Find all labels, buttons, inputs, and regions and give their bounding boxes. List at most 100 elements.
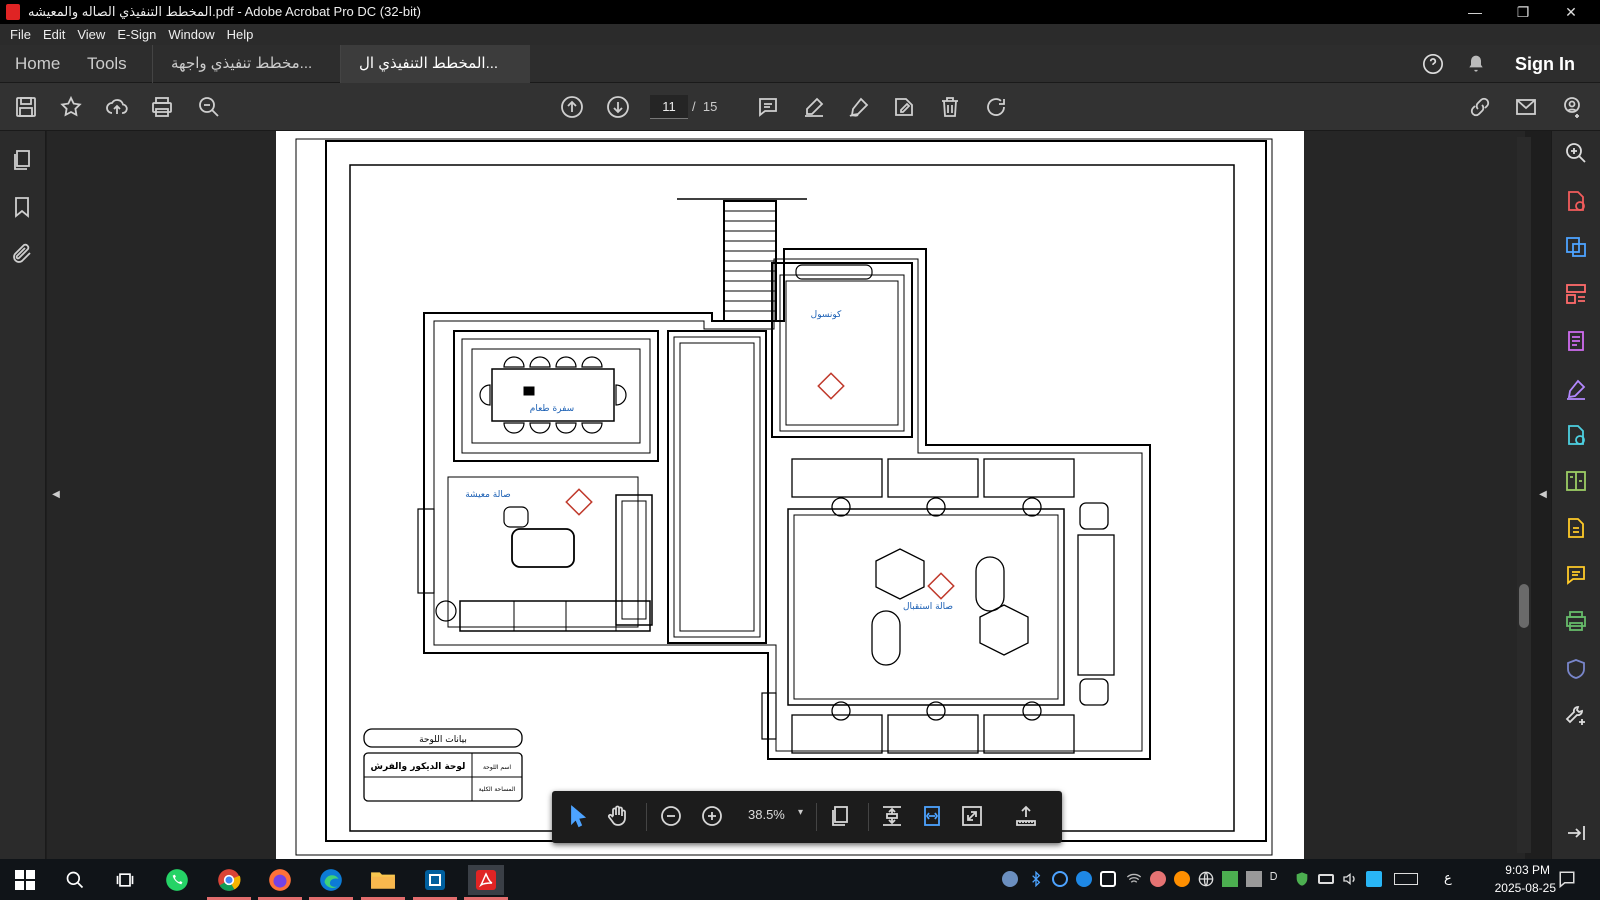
save-icon[interactable]: [12, 93, 40, 121]
sign-pen-icon[interactable]: [845, 93, 873, 121]
zoom-search-icon[interactable]: [195, 93, 223, 121]
fit-width-icon[interactable]: [920, 804, 946, 830]
wifi-icon[interactable]: [1126, 871, 1142, 887]
send-for-comments-icon[interactable]: [1564, 516, 1590, 542]
tray-text-icon[interactable]: Ꭰ: [1270, 871, 1286, 887]
windows-start-icon[interactable]: [10, 865, 40, 895]
create-pdf-icon[interactable]: [1564, 189, 1590, 215]
expand-panel-icon[interactable]: [1564, 821, 1590, 847]
cloud-upload-icon[interactable]: [103, 93, 131, 121]
edit-pdf-icon[interactable]: [890, 93, 918, 121]
rotate-icon[interactable]: [982, 93, 1010, 121]
hand-tool-icon[interactable]: [606, 804, 632, 830]
input-language-indicator[interactable]: ع: [1444, 870, 1452, 886]
attachment-icon[interactable]: [10, 242, 36, 268]
task-view-icon[interactable]: [110, 865, 140, 895]
tray-vlc-icon[interactable]: [1174, 871, 1190, 887]
restore-button[interactable]: ❐: [1500, 0, 1546, 24]
notification-center-icon[interactable]: [1558, 870, 1576, 889]
tray-steam-icon[interactable]: [1076, 871, 1092, 887]
bluetooth-icon[interactable]: [1028, 870, 1044, 888]
scrollbar-thumb[interactable]: [1519, 584, 1529, 628]
menu-edit[interactable]: Edit: [37, 27, 71, 42]
highlight-pen-icon[interactable]: [800, 93, 828, 121]
menu-esign[interactable]: E-Sign: [111, 27, 162, 42]
edit-document-icon[interactable]: [1564, 329, 1590, 355]
delete-icon[interactable]: [936, 93, 964, 121]
document-tab-1[interactable]: مخطط تنفيذي واجهة...: [152, 45, 340, 83]
minimize-button[interactable]: —: [1452, 0, 1498, 24]
help-icon[interactable]: [1422, 53, 1444, 80]
document-tab-label: المخطط التنفيذي ال...: [359, 55, 499, 72]
globe-icon[interactable]: [1198, 871, 1214, 887]
star-icon[interactable]: [57, 93, 85, 121]
next-page-icon[interactable]: [604, 93, 632, 121]
security-shield-icon[interactable]: [1294, 871, 1310, 887]
zoom-dropdown-icon[interactable]: ▾: [798, 807, 803, 818]
tray-antivirus-icon[interactable]: [1150, 871, 1166, 887]
clock-date[interactable]: 2025-08-25: [1495, 881, 1556, 895]
more-tools-icon[interactable]: [1564, 703, 1590, 729]
protect-shield-icon[interactable]: [1564, 657, 1590, 683]
vertical-scrollbar[interactable]: [1517, 137, 1531, 853]
page-thumbnails-icon[interactable]: [10, 148, 36, 174]
fill-sign-icon[interactable]: [1564, 377, 1590, 403]
edge-icon[interactable]: [316, 865, 346, 895]
email-icon[interactable]: [1512, 93, 1540, 121]
tray-app-icon[interactable]: [1002, 871, 1018, 887]
pdf-page[interactable]: سفرة طعام صالة معيشة كونسول صالة استقبال…: [276, 131, 1304, 859]
zoom-level-field[interactable]: 38.5%: [748, 807, 785, 822]
select-cursor-icon[interactable]: [566, 804, 592, 830]
menu-window[interactable]: Window: [162, 27, 220, 42]
comment-tool-icon[interactable]: [1564, 563, 1590, 589]
tray-chart-icon[interactable]: [1222, 871, 1238, 887]
menu-file[interactable]: File: [4, 27, 37, 42]
add-user-icon[interactable]: [1558, 93, 1586, 121]
tray-monitor-icon[interactable]: [1246, 871, 1262, 887]
organize-pages-icon[interactable]: [1564, 282, 1590, 308]
close-window-button[interactable]: ✕: [1548, 0, 1594, 24]
page-display-icon[interactable]: [828, 804, 854, 830]
collapse-left-panel-icon[interactable]: ◀: [51, 488, 61, 502]
measure-tool-icon[interactable]: [1014, 804, 1040, 830]
collapse-right-panel-icon[interactable]: ◀: [1538, 488, 1548, 502]
sketchup-icon[interactable]: [420, 865, 450, 895]
firefox-icon[interactable]: [265, 865, 295, 895]
battery-icon[interactable]: [1318, 874, 1334, 884]
volume-icon[interactable]: [1342, 871, 1358, 887]
menu-view[interactable]: View: [71, 27, 111, 42]
comment-icon[interactable]: [754, 93, 782, 121]
print-production-icon[interactable]: [1564, 609, 1590, 635]
zoom-out-icon[interactable]: [659, 804, 685, 830]
floor-plan-drawing: سفرة طعام صالة معيشة كونسول صالة استقبال…: [295, 138, 1273, 856]
acrobat-taskbar-icon[interactable]: [468, 865, 504, 895]
previous-page-icon[interactable]: [558, 93, 586, 121]
notification-bell-icon[interactable]: [1466, 53, 1486, 80]
page-number-input[interactable]: 11: [650, 95, 688, 119]
full-screen-icon[interactable]: [960, 804, 986, 830]
fit-page-icon[interactable]: [880, 804, 906, 830]
tray-window-icon[interactable]: [1100, 871, 1116, 887]
share-link-icon[interactable]: [1466, 93, 1494, 121]
compare-files-icon[interactable]: [1564, 469, 1590, 495]
search-icon[interactable]: [60, 865, 90, 895]
menu-help[interactable]: Help: [221, 27, 260, 42]
clock-time[interactable]: 9:03 PM: [1505, 863, 1550, 877]
zoom-in-icon[interactable]: [700, 804, 726, 830]
tray-circle-icon[interactable]: [1052, 871, 1068, 887]
whatsapp-icon[interactable]: [162, 865, 192, 895]
export-pdf-icon[interactable]: [1564, 235, 1590, 261]
document-tab-2[interactable]: المخطط التنفيذي ال... ×: [340, 45, 530, 109]
file-explorer-icon[interactable]: [368, 865, 398, 895]
bookmark-icon[interactable]: [10, 195, 36, 221]
tab-home[interactable]: Home: [15, 45, 60, 83]
print-icon[interactable]: [148, 93, 176, 121]
tab-tools[interactable]: Tools: [87, 45, 127, 83]
sign-in-button[interactable]: Sign In: [1515, 45, 1575, 83]
acrobat-logo-icon: [6, 4, 20, 20]
chrome-icon[interactable]: [214, 865, 244, 895]
tray-app2-icon[interactable]: [1366, 871, 1382, 887]
request-signature-icon[interactable]: [1564, 423, 1590, 449]
keyboard-icon[interactable]: [1394, 873, 1418, 885]
zoom-tool-icon[interactable]: [1564, 141, 1590, 167]
